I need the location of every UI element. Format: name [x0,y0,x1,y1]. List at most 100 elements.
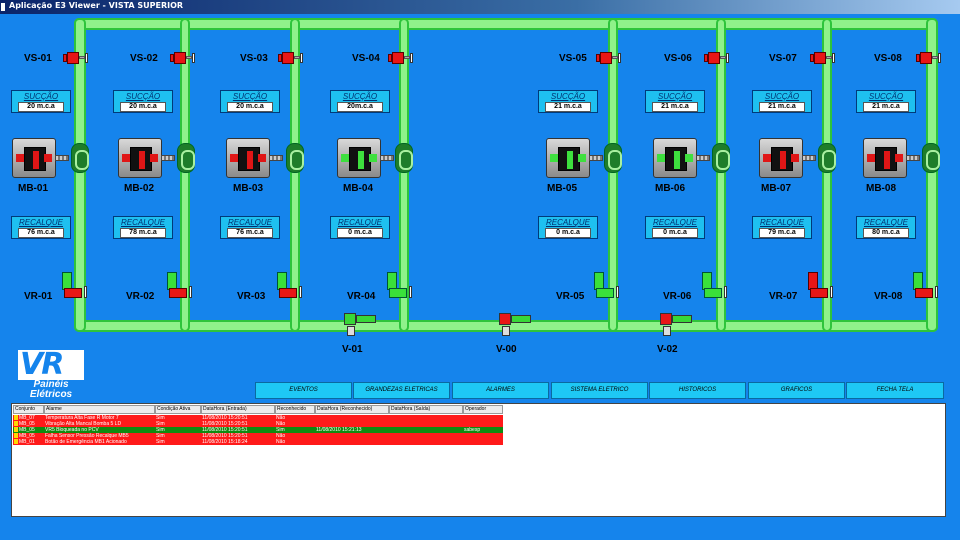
suction-valve-vs08[interactable] [916,51,944,65]
col-header[interactable]: DataHora (Saída) [389,405,463,414]
recalque-value: 78 m.c.a [120,228,166,238]
suction-valve-vs05[interactable] [596,51,624,65]
window-title: Aplicação E3 Viewer - VISTA SUPERIOR [9,1,184,10]
succao-panel: SUCÇÃO 20 m.c.a [113,90,173,113]
suction-valve-vs02[interactable] [170,51,198,65]
company-logo: VR Painéis Elétricos [18,350,84,400]
nav-fecha-button[interactable]: FECHA TELA [846,382,944,399]
return-valve-vr08[interactable] [913,272,943,304]
vs-label: VS-05 [559,53,587,64]
alarm-table: Conjunto Alarme Condição Ativa DataHora … [11,403,946,517]
col-header[interactable]: DataHora (Reconhecido) [315,405,389,414]
suction-valve-vs07[interactable] [810,51,838,65]
vr-label: VR-06 [663,291,692,302]
recalque-value: 79 m.c.a [759,228,805,238]
return-valve-vr07[interactable] [808,272,838,304]
succao-panel: SUCÇÃO 21 m.c.a [856,90,916,113]
line-valve-label: V-02 [657,344,678,355]
line-valve-label: V-00 [496,344,517,355]
recalque-panel: RECALQUE 79 m.c.a [752,216,812,239]
vr-label: VR-02 [126,291,155,302]
recalque-value: 0 m.c.a [337,228,383,238]
vr-label: VR-05 [556,291,585,302]
pump-mb02[interactable] [118,138,175,178]
nav-sistema-button[interactable]: SISTEMA ELETRICO [551,382,648,399]
top-header-pipe [74,18,938,30]
logo-mark: VR [20,347,64,382]
nav-eventos-button[interactable]: EVENTOS [255,382,352,399]
return-valve-vr02[interactable] [167,272,197,304]
line-valve-v02[interactable] [660,313,694,337]
col-header[interactable]: Reconhecido [275,405,315,414]
return-valve-vr01[interactable] [62,272,92,304]
line-valve-v00[interactable] [499,313,533,337]
vs-label: VS-06 [664,53,692,64]
alarm-cell: Não [276,439,286,445]
alarm-cell: MB_01 [19,439,35,445]
succao-value: 21 m.c.a [863,102,909,112]
vs-label: VS-01 [24,53,52,64]
nav-grandezas-button[interactable]: GRANDEZAS ELETRICAS [353,382,450,399]
alarm-cell: Sim [156,439,165,445]
succao-panel: SUCÇÃO 20 m.c.a [11,90,71,113]
vs-label: VS-02 [130,53,158,64]
succao-value: 21 m.c.a [652,102,698,112]
col-header[interactable]: Condição Ativa [155,405,201,414]
pump-mb07[interactable] [759,138,816,178]
succao-value: 20 m.c.a [18,102,64,112]
pump-mb03[interactable] [226,138,283,178]
pump-label: MB-02 [124,183,155,194]
suction-valve-vs04[interactable] [388,51,416,65]
pump-mb05[interactable] [546,138,603,178]
recalque-value: 76 m.c.a [227,228,273,238]
recalque-value: 0 m.c.a [652,228,698,238]
motor-icon [71,143,89,173]
recalque-panel: RECALQUE 0 m.c.a [330,216,390,239]
col-header[interactable]: Conjunto [13,405,44,414]
recalque-value: 0 m.c.a [545,228,591,238]
return-valve-vr04[interactable] [387,272,417,304]
alarm-warning-icon [14,427,18,432]
pump-label: MB-05 [547,183,578,194]
suction-valve-vs06[interactable] [704,51,732,65]
nav-graficos-button[interactable]: GRAFICOS [748,382,845,399]
nav-historicos-button[interactable]: HISTORICOS [649,382,746,399]
pump-mb08[interactable] [863,138,920,178]
pump-mb06[interactable] [653,138,710,178]
succao-panel: SUCÇÃO 20 m.c.a [220,90,280,113]
alarm-warning-icon [14,421,18,426]
line-valve-v01[interactable] [344,313,378,337]
recalque-panel: RECALQUE 78 m.c.a [113,216,173,239]
vr-label: VR-04 [347,291,376,302]
vr-label: VR-03 [237,291,266,302]
recalque-panel: RECALQUE 0 m.c.a [645,216,705,239]
pump-mb04[interactable] [337,138,394,178]
recalque-value: 80 m.c.a [863,228,909,238]
alarm-row[interactable]: MB_01 Botão de Emergência MB1 Acionado Sim… [13,439,503,445]
pump-label: MB-04 [343,183,374,194]
pump-mb01[interactable] [12,138,69,178]
pump-label: MB-01 [18,183,49,194]
succao-value: 20 m.c.a [120,102,166,112]
col-header[interactable]: Alarme [44,405,155,414]
title-bar: Aplicação E3 Viewer - VISTA SUPERIOR [0,0,960,14]
motor-icon [395,143,413,173]
app-icon [1,3,5,11]
alarm-cell: 11/08/2010 15:18:24 [202,439,248,445]
col-header[interactable]: DataHora (Entrada) [201,405,275,414]
succao-value: 21 m.c.a [545,102,591,112]
line-valve-label: V-01 [342,344,363,355]
recalque-value: 76 m.c.a [18,228,64,238]
succao-panel: SUCÇÃO 21 m.c.a [752,90,812,113]
suction-valve-vs01[interactable] [63,51,91,65]
return-valve-vr05[interactable] [594,272,624,304]
recalque-panel: RECALQUE 80 m.c.a [856,216,916,239]
return-valve-vr06[interactable] [702,272,732,304]
vs-label: VS-04 [352,53,380,64]
col-header[interactable]: Operador [463,405,503,414]
motor-icon [712,143,730,173]
return-valve-vr03[interactable] [277,272,307,304]
suction-valve-vs03[interactable] [278,51,306,65]
nav-alarmes-button[interactable]: ALARMES [452,382,549,399]
motor-icon [818,143,836,173]
